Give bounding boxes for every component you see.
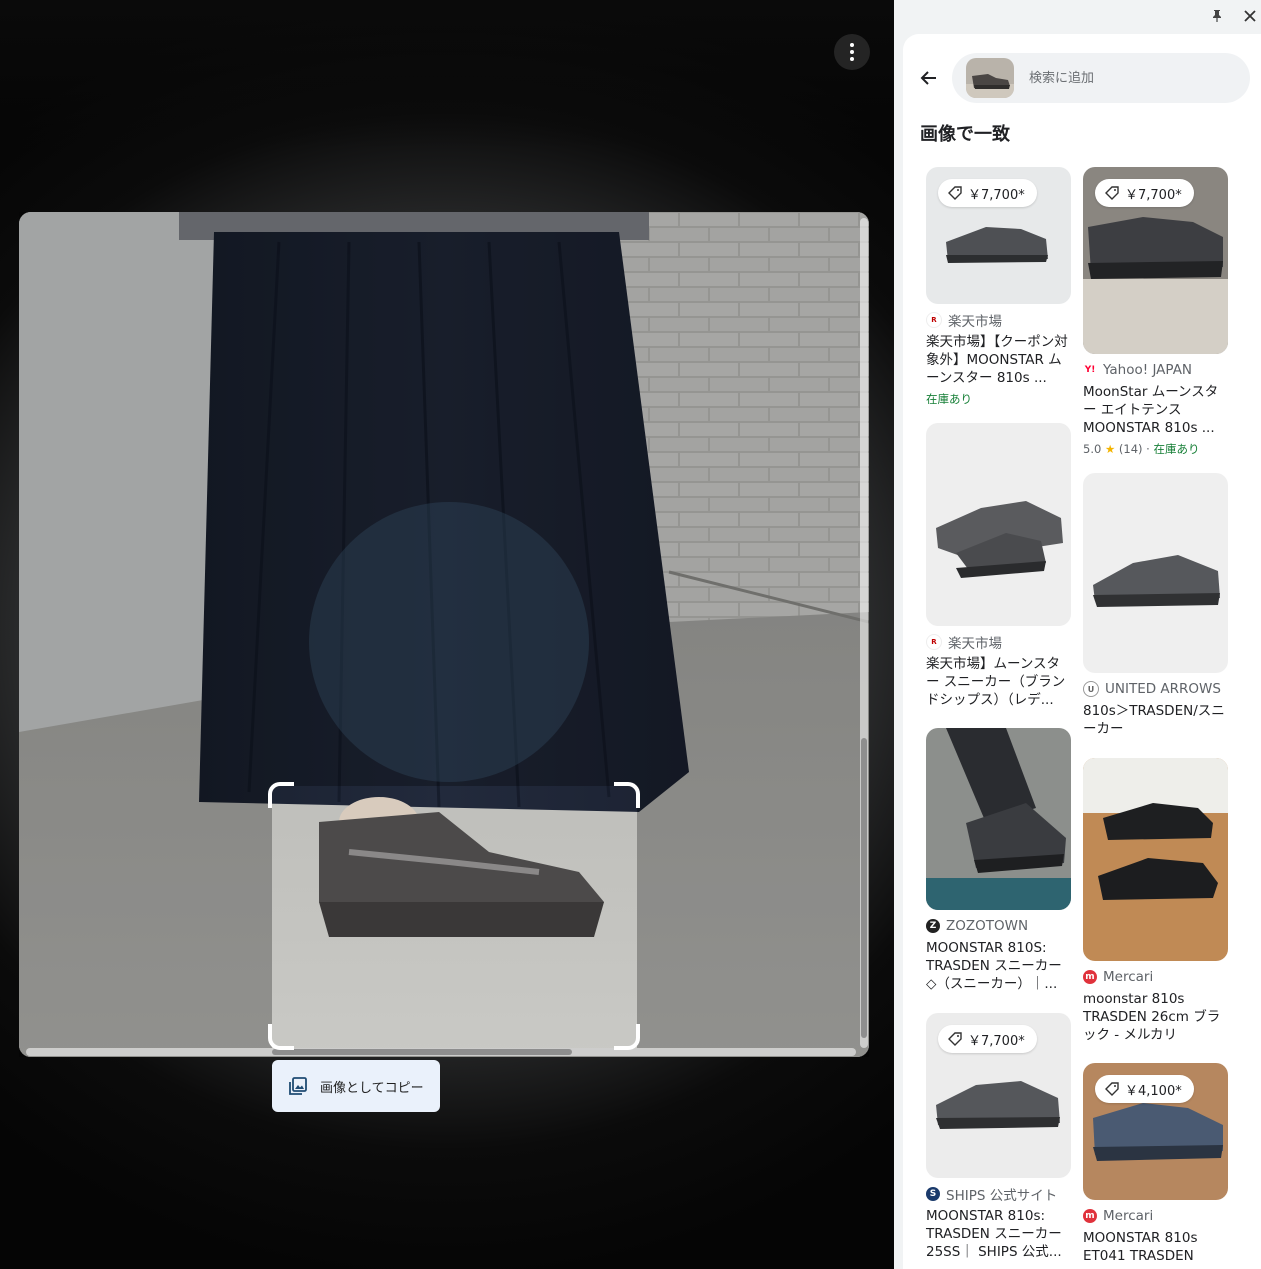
image-copy-icon bbox=[289, 1077, 307, 1095]
selection-handle-top-left[interactable] bbox=[268, 782, 294, 808]
scroll-thumb[interactable] bbox=[272, 1049, 572, 1055]
result-source: Z ZOZOTOWN bbox=[926, 917, 1071, 935]
star-icon: ★ bbox=[1104, 442, 1116, 456]
result-title[interactable]: MOONSTAR 810s: TRASDEN スニーカー 25SS｜ SHIPS… bbox=[926, 1207, 1071, 1261]
result-title[interactable]: 楽天市場】ムーンスター スニーカー（ブランドシップス）（レデ... bbox=[926, 655, 1071, 709]
result-thumbnail[interactable] bbox=[1083, 758, 1228, 961]
selection-region[interactable] bbox=[268, 782, 640, 1050]
result-source: m Mercari bbox=[1083, 1207, 1228, 1225]
rakuten-icon: R bbox=[926, 634, 942, 650]
result-source: R 楽天市場 bbox=[926, 311, 1071, 330]
rakuten-icon: R bbox=[926, 312, 942, 328]
result-card[interactable]: ￥7,700* S SHIPS 公式サイト MOONSTAR 810s: TRA… bbox=[926, 1013, 1071, 1261]
price-tag-icon bbox=[948, 1032, 962, 1046]
price-tag-icon bbox=[1105, 1082, 1119, 1096]
price-tag-icon bbox=[1105, 186, 1119, 200]
result-thumbnail[interactable]: ￥7,700* bbox=[926, 167, 1071, 304]
result-title[interactable]: MoonStar ムーンスター エイトテンス MOONSTAR 810s ... bbox=[1083, 383, 1228, 437]
horizontal-scrollbar[interactable] bbox=[26, 1048, 856, 1056]
result-title[interactable]: MOONSTAR 810S: TRASDEN スニーカー◇（スニーカー）｜... bbox=[926, 939, 1071, 993]
result-card[interactable]: m Mercari moonstar 810s TRASDEN 26cm ブラッ… bbox=[1083, 758, 1228, 1044]
selection-handle-top-right[interactable] bbox=[614, 782, 640, 808]
result-card[interactable]: U UNITED ARROWS 810s＞TRASDEN/スニーカー bbox=[1083, 473, 1228, 738]
zozotown-icon: Z bbox=[926, 919, 940, 933]
result-source: S SHIPS 公式サイト bbox=[926, 1185, 1071, 1204]
united-arrows-icon: U bbox=[1083, 681, 1099, 697]
close-icon[interactable] bbox=[1240, 6, 1260, 26]
selection-handle-bottom-left[interactable] bbox=[268, 1024, 294, 1050]
search-input[interactable] bbox=[1027, 69, 1231, 87]
result-source: Y! Yahoo! JAPAN bbox=[1083, 362, 1193, 378]
selection-handle-bottom-right[interactable] bbox=[614, 1024, 640, 1050]
image-viewer: 画像としてコピー bbox=[0, 0, 894, 1269]
result-thumbnail[interactable] bbox=[926, 423, 1071, 626]
more-options-button[interactable] bbox=[834, 34, 870, 70]
price-badge: ￥7,700* bbox=[938, 179, 1037, 207]
result-title[interactable]: moonstar 810s TRASDEN 26cm ブラック - メルカリ bbox=[1083, 990, 1228, 1044]
result-card[interactable]: ￥4,100* m Mercari MOONSTAR 810s ET041 TR… bbox=[1083, 1063, 1228, 1265]
result-source: U UNITED ARROWS bbox=[1083, 680, 1228, 698]
copy-button-label: 画像としてコピー bbox=[320, 1080, 424, 1096]
mercari-icon: m bbox=[1083, 1209, 1097, 1223]
result-thumbnail[interactable]: ￥4,100* bbox=[1083, 1063, 1228, 1200]
result-thumbnail[interactable] bbox=[1083, 473, 1228, 673]
rating: 5.0 ★ (14) · 在庫あり bbox=[1083, 442, 1200, 456]
pin-icon[interactable] bbox=[1207, 6, 1227, 26]
vertical-scrollbar[interactable] bbox=[860, 218, 868, 1048]
price-tag-icon bbox=[948, 186, 962, 200]
result-card[interactable]: Z ZOZOTOWN MOONSTAR 810S: TRASDEN スニーカー◇… bbox=[926, 728, 1071, 993]
result-title[interactable]: 楽天市場】【クーポン対象外】MOONSTAR ムーンスター 810s ... bbox=[926, 333, 1071, 387]
price-badge: ￥7,700* bbox=[1095, 179, 1194, 207]
panel-header bbox=[894, 0, 1261, 32]
result-thumbnail[interactable]: ￥7,700* bbox=[926, 1013, 1071, 1178]
more-vert-icon bbox=[850, 43, 854, 61]
copy-as-image-button[interactable]: 画像としてコピー bbox=[272, 1060, 440, 1112]
results-card: 画像で一致 ￥7,700* R 楽天市場 楽天市場 bbox=[903, 34, 1261, 1269]
result-thumbnail[interactable] bbox=[926, 728, 1071, 910]
search-image-thumbnail[interactable] bbox=[966, 58, 1014, 98]
result-source: R 楽天市場 bbox=[926, 633, 1071, 652]
result-card[interactable]: R 楽天市場 楽天市場】ムーンスター スニーカー（ブランドシップス）（レデ... bbox=[926, 423, 1071, 709]
arrow-back-icon[interactable] bbox=[917, 66, 941, 90]
scroll-thumb[interactable] bbox=[861, 738, 867, 1038]
result-title[interactable]: MOONSTAR 810s ET041 TRASDEN bbox=[1083, 1229, 1228, 1265]
mercari-icon: m bbox=[1083, 970, 1097, 984]
result-title[interactable]: 810s＞TRASDEN/スニーカー bbox=[1083, 702, 1228, 738]
stock-status: 在庫あり bbox=[926, 392, 972, 406]
result-source: m Mercari bbox=[1083, 968, 1228, 986]
result-thumbnail[interactable]: ￥7,700* bbox=[1083, 167, 1228, 354]
search-bar[interactable] bbox=[952, 53, 1250, 103]
price-badge: ￥4,100* bbox=[1095, 1075, 1194, 1103]
section-heading: 画像で一致 bbox=[920, 124, 1010, 145]
result-card[interactable]: ￥7,700* R 楽天市場 楽天市場】【クーポン対象外】MOONSTAR ムー… bbox=[926, 167, 1071, 407]
side-panel: 画像で一致 ￥7,700* R 楽天市場 楽天市場 bbox=[894, 0, 1261, 1269]
result-card[interactable]: ￥7,700* Y! Yahoo! JAPAN MoonStar ムーンスター … bbox=[1083, 167, 1228, 457]
yahoo-icon: Y! bbox=[1083, 363, 1097, 377]
price-badge: ￥7,700* bbox=[938, 1025, 1037, 1053]
ships-icon: S bbox=[926, 1187, 940, 1201]
